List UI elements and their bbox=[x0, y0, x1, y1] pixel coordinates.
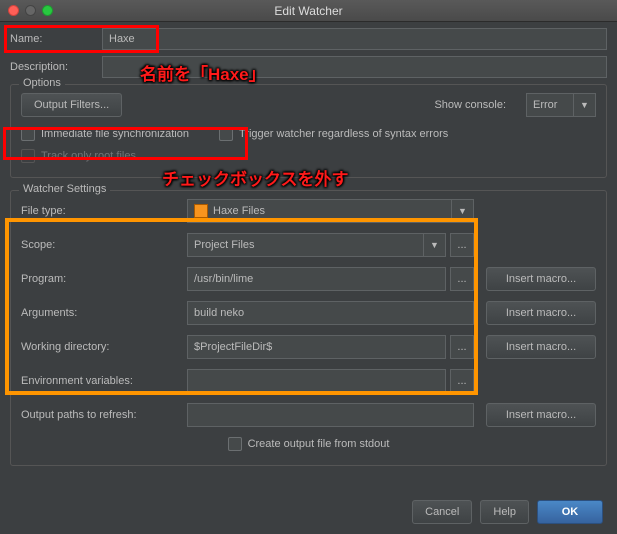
show-console-select[interactable]: Error ▼ bbox=[526, 93, 596, 117]
output-filters-button[interactable]: Output Filters... bbox=[21, 93, 122, 117]
program-insert-macro-button[interactable]: Insert macro... bbox=[486, 267, 596, 291]
edit-watcher-dialog: Edit Watcher Name: Description: Options … bbox=[0, 0, 617, 534]
workdir-label: Working directory: bbox=[21, 341, 181, 353]
haxe-file-icon bbox=[194, 204, 208, 218]
name-label: Name: bbox=[10, 33, 102, 45]
minimize-icon bbox=[25, 5, 36, 16]
workdir-input[interactable] bbox=[187, 335, 446, 359]
program-browse-button[interactable]: ... bbox=[450, 267, 474, 291]
workdir-insert-macro-button[interactable]: Insert macro... bbox=[486, 335, 596, 359]
ok-button[interactable]: OK bbox=[537, 500, 603, 524]
show-console-label: Show console: bbox=[434, 99, 506, 111]
env-label: Environment variables: bbox=[21, 375, 181, 387]
scope-browse-button[interactable]: ... bbox=[450, 233, 474, 257]
watcher-settings-group: Watcher Settings File type: Haxe Files ▼… bbox=[10, 190, 607, 466]
output-paths-insert-macro-button[interactable]: Insert macro... bbox=[486, 403, 596, 427]
annotation-text-checkbox: チェックボックスを外す bbox=[162, 165, 349, 190]
name-input[interactable] bbox=[102, 28, 607, 50]
file-type-label: File type: bbox=[21, 205, 181, 217]
arguments-input[interactable] bbox=[187, 301, 474, 325]
cancel-button[interactable]: Cancel bbox=[412, 500, 472, 524]
chevron-down-icon: ▼ bbox=[573, 94, 595, 116]
workdir-browse-button[interactable]: ... bbox=[450, 335, 474, 359]
options-group: Options Output Filters... Show console: … bbox=[10, 84, 607, 178]
watcher-legend: Watcher Settings bbox=[19, 183, 110, 195]
program-input[interactable] bbox=[187, 267, 446, 291]
help-button[interactable]: Help bbox=[480, 500, 529, 524]
arguments-label: Arguments: bbox=[21, 307, 181, 319]
immediate-sync-checkbox[interactable]: Immediate file synchronization bbox=[21, 127, 189, 141]
file-type-select[interactable]: Haxe Files ▼ bbox=[187, 199, 474, 223]
chevron-down-icon: ▼ bbox=[451, 200, 473, 222]
env-browse-button[interactable]: ... bbox=[450, 369, 474, 393]
chevron-down-icon: ▼ bbox=[423, 234, 445, 256]
annotation-text-name: 名前を「Haxe」 bbox=[140, 60, 266, 85]
close-icon[interactable] bbox=[8, 5, 19, 16]
arguments-insert-macro-button[interactable]: Insert macro... bbox=[486, 301, 596, 325]
description-label: Description: bbox=[10, 61, 102, 73]
track-root-checkbox: Track only root files bbox=[21, 149, 596, 163]
scope-select[interactable]: Project Files ▼ bbox=[187, 233, 446, 257]
options-legend: Options bbox=[19, 77, 65, 89]
env-input[interactable] bbox=[187, 369, 446, 393]
window-title: Edit Watcher bbox=[274, 4, 342, 18]
create-output-stdout-checkbox[interactable]: Create output file from stdout bbox=[21, 437, 596, 451]
trigger-regardless-checkbox[interactable]: Trigger watcher regardless of syntax err… bbox=[219, 127, 448, 141]
program-label: Program: bbox=[21, 273, 181, 285]
output-paths-input[interactable] bbox=[187, 403, 474, 427]
output-paths-label: Output paths to refresh: bbox=[21, 409, 181, 421]
scope-label: Scope: bbox=[21, 239, 181, 251]
zoom-icon[interactable] bbox=[42, 5, 53, 16]
titlebar: Edit Watcher bbox=[0, 0, 617, 22]
